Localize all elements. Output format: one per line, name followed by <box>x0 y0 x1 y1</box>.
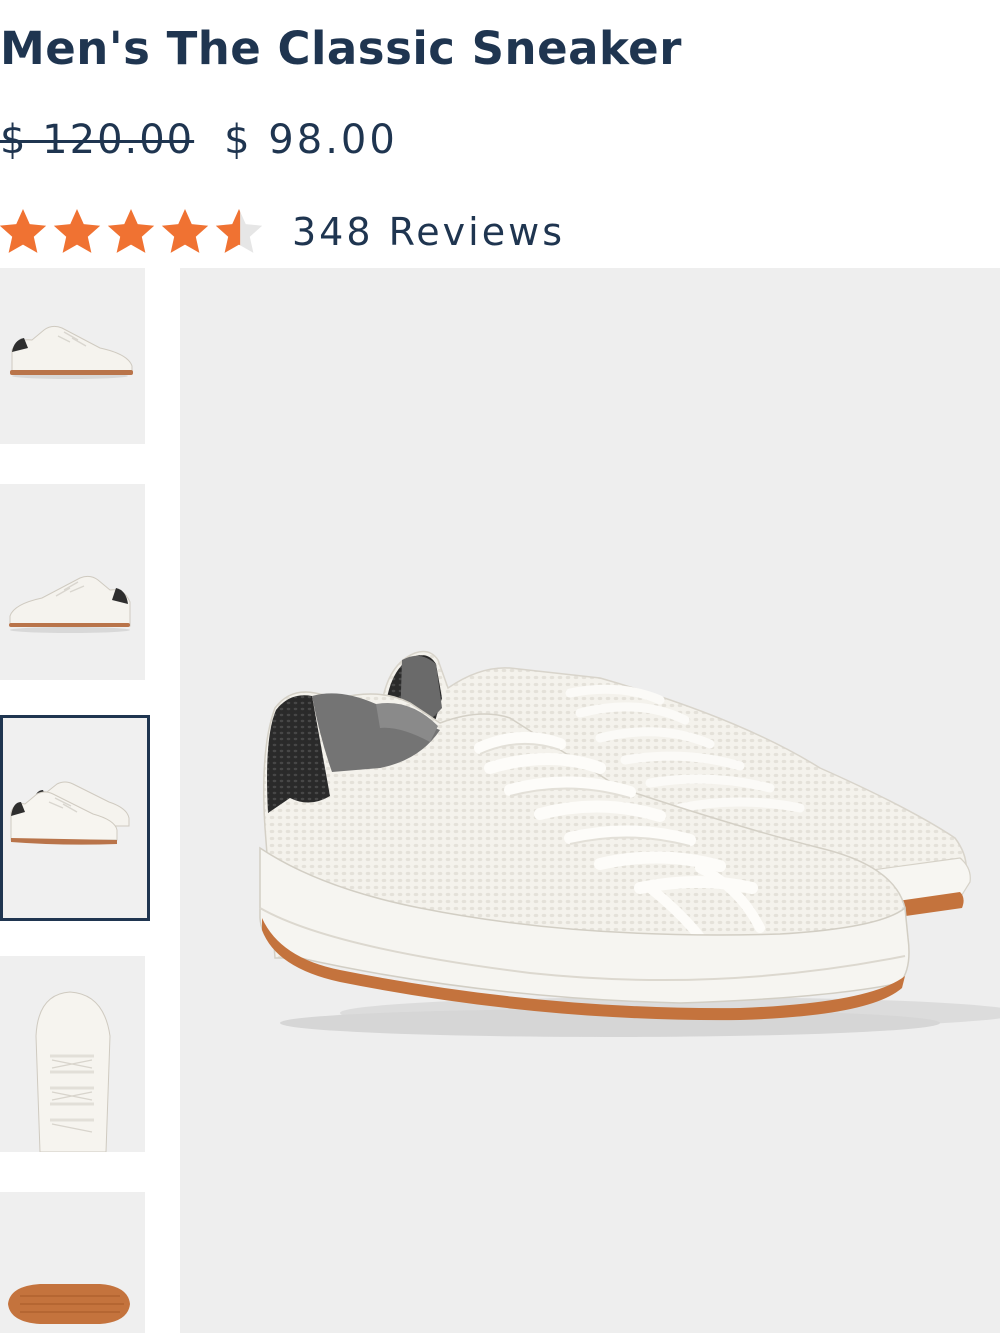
main-product-image[interactable] <box>180 268 1000 1333</box>
thumbnail-side-left[interactable] <box>0 268 145 444</box>
thumbnail-pair-angle[interactable] <box>0 715 150 921</box>
half-star-icon <box>215 209 263 253</box>
star-icon <box>0 209 47 253</box>
reviews-link[interactable]: 348 Reviews <box>292 210 565 254</box>
thumbnail-top[interactable] <box>0 956 145 1152</box>
star-icon <box>161 209 209 253</box>
product-title: Men's The Classic Sneaker <box>0 22 682 75</box>
price-row: $ 120.00 $ 98.00 <box>0 112 398 168</box>
sale-price: $ 98.00 <box>224 117 398 163</box>
star-icon <box>107 209 155 253</box>
thumbnail-side-right[interactable] <box>0 484 145 680</box>
thumbnail-sole[interactable] <box>0 1192 145 1333</box>
star-rating <box>0 205 266 259</box>
rating-row[interactable]: 348 Reviews <box>0 205 565 259</box>
original-price: $ 120.00 <box>0 117 195 163</box>
star-icon <box>53 209 101 253</box>
